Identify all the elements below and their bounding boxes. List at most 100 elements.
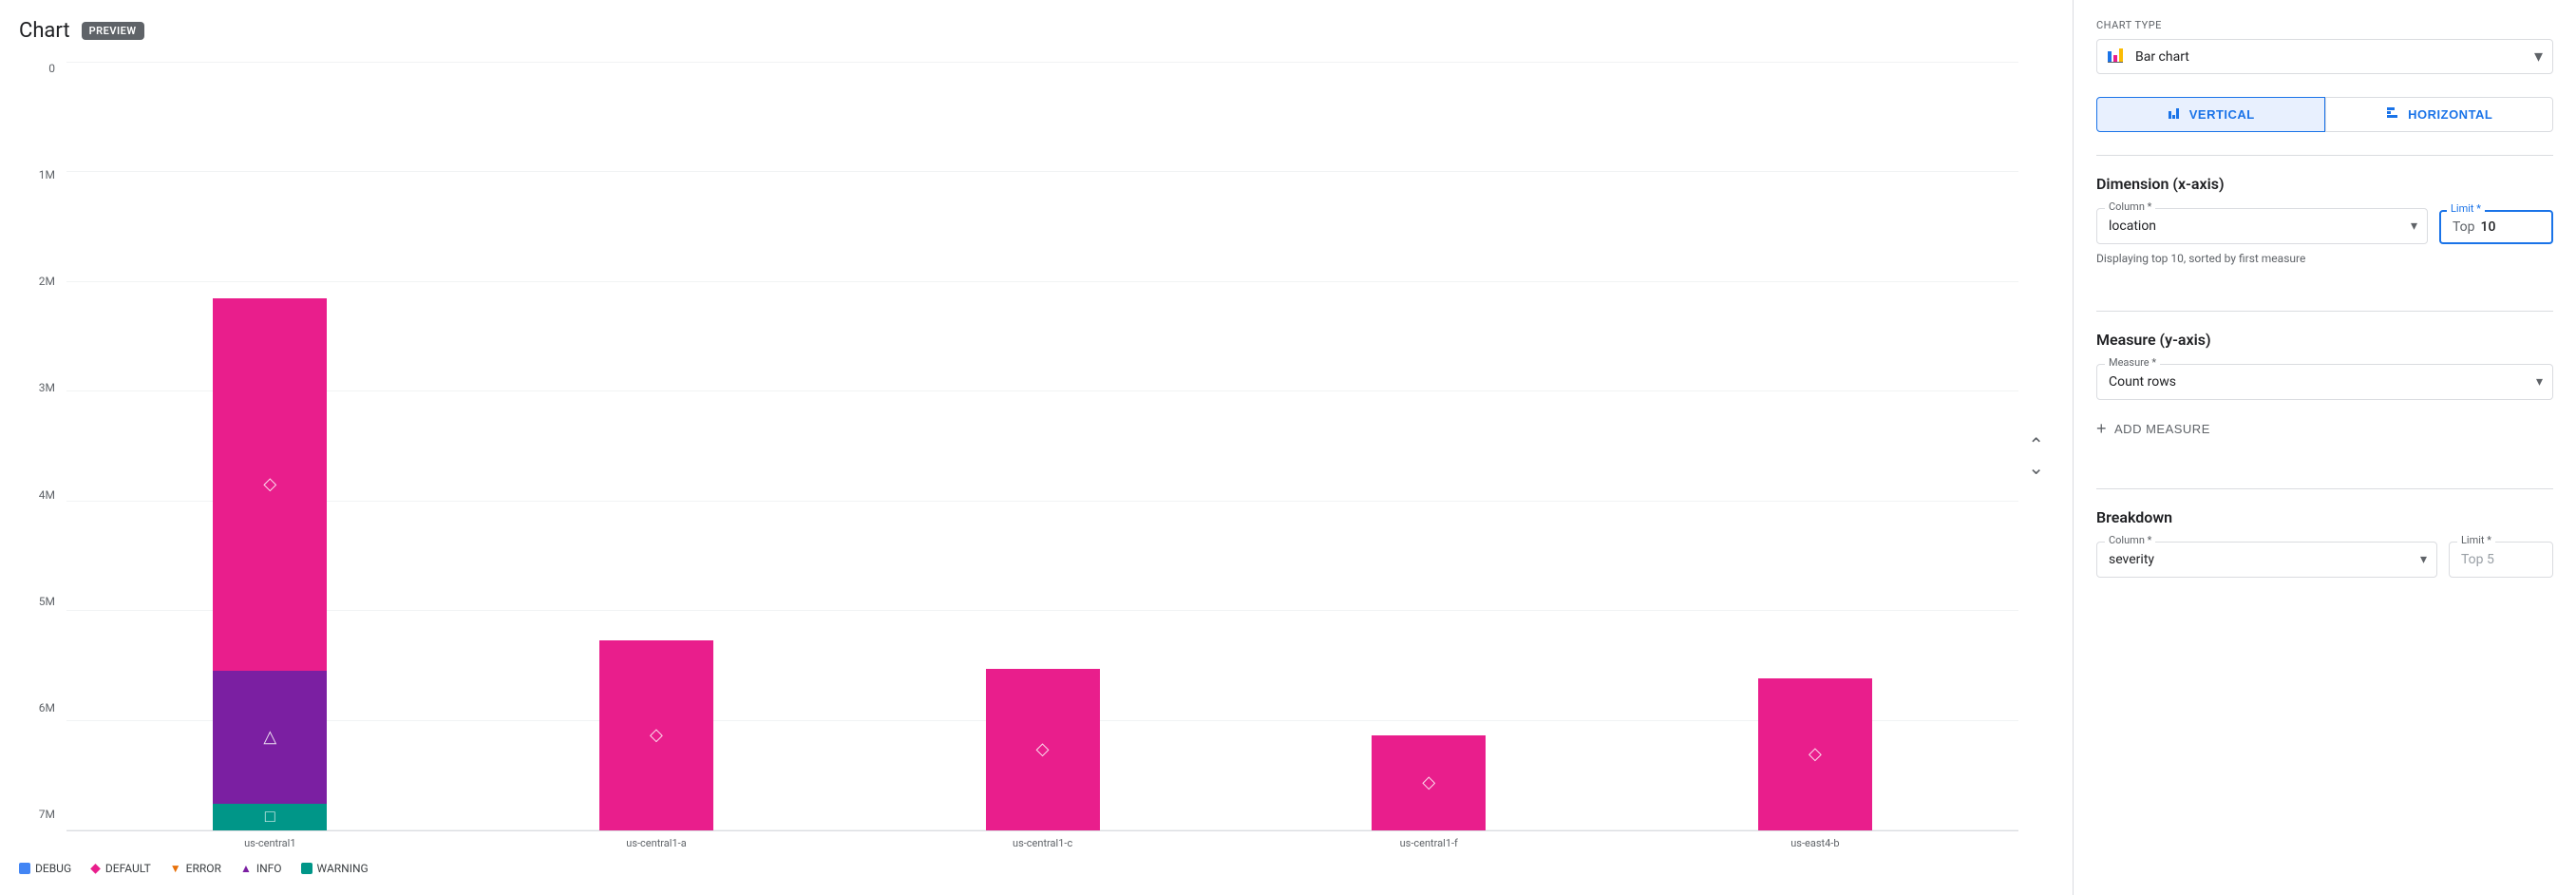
legend-debug: DEBUG — [19, 862, 71, 875]
legend-icon-info: ▲ — [240, 862, 252, 875]
column-field-group: Column * location ▾ — [2096, 208, 2428, 244]
legend-info: ▲ INFO — [240, 862, 282, 875]
chart-type-section: Chart type Bar chart ▾ — [2096, 19, 2553, 74]
default-icon: ◇ — [650, 727, 663, 744]
dimension-hint: Displaying top 10, sorted by first measu… — [2096, 252, 2553, 265]
add-measure-label: ADD MEASURE — [2114, 422, 2210, 436]
chart-header: Chart PREVIEW — [19, 19, 2044, 43]
measure-section: Measure (y-axis) Measure * Count rows ▾ … — [2096, 331, 2553, 466]
warning-icon: □ — [265, 809, 275, 826]
scroll-up-arrow[interactable]: ⌃ — [2028, 433, 2044, 456]
bar-segment-warning: □ — [213, 804, 327, 830]
orientation-row: VERTICAL HORIZONTAL — [2096, 97, 2553, 132]
y-label-4m: 4M — [39, 488, 55, 502]
chart-type-label: Chart type — [2096, 19, 2553, 31]
breakdown-col-value: severity — [2109, 552, 2154, 567]
chart-inner: □ △ ◇ — [66, 62, 2018, 849]
default-icon: ◇ — [1422, 774, 1435, 791]
default-icon: ◇ — [1809, 746, 1822, 763]
preview-badge: PREVIEW — [82, 22, 144, 40]
breakdown-row: Column * severity ▾ Limit * Top 5 — [2096, 542, 2553, 578]
column-value: location — [2109, 219, 2156, 234]
limit-float-label: Limit * — [2447, 202, 2485, 215]
vertical-label: VERTICAL — [2189, 107, 2255, 122]
column-float-label: Column * — [2105, 200, 2155, 213]
bar-stack: ◇ — [1758, 678, 1872, 830]
panel-divider-2 — [2096, 311, 2553, 312]
y-label-0: 0 — [48, 62, 55, 75]
bar-segment-default: ◇ — [599, 640, 713, 830]
legend-default: ◆ DEFAULT — [90, 861, 151, 876]
chart-type-arrow: ▾ — [2534, 47, 2543, 67]
x-label-us-east4-b: us-east4-b — [1631, 831, 2000, 849]
bar-segment-default: ◇ — [1758, 678, 1872, 830]
limit-field-group: Limit * Top 10 — [2439, 210, 2553, 244]
chart-plot: 7M 6M 5M 4M 3M 2M 1M 0 — [19, 62, 2044, 849]
bar-stack: □ △ ◇ — [213, 298, 327, 830]
breakdown-heading: Breakdown — [2096, 508, 2553, 526]
legend-icon-default: ◆ — [90, 861, 101, 876]
panel-divider-3 — [2096, 488, 2553, 489]
legend-color-warning — [301, 863, 313, 874]
limit-top-text: Top — [2453, 219, 2475, 235]
scroll-down-arrow[interactable]: ⌄ — [2028, 456, 2044, 479]
measure-arrow: ▾ — [2536, 374, 2543, 390]
legend-label-error: ERROR — [186, 862, 221, 875]
chart-legend: DEBUG ◆ DEFAULT ▼ ERROR ▲ INFO WARNING — [19, 853, 2044, 876]
breakdown-arrow: ▾ — [2420, 552, 2427, 567]
measure-value: Count rows — [2109, 374, 2176, 390]
legend-error: ▼ ERROR — [170, 862, 221, 875]
chart-type-value: Bar chart — [2135, 49, 2525, 65]
panel-divider — [2096, 155, 2553, 156]
breakdown-limit-value: Top 5 — [2461, 552, 2494, 567]
bars-area: □ △ ◇ — [66, 62, 2018, 831]
y-label-2m: 2M — [39, 275, 55, 288]
limit-input[interactable]: Limit * Top 10 — [2439, 210, 2553, 244]
dimension-section: Dimension (x-axis) Column * location ▾ L… — [2096, 175, 2553, 288]
breakdown-limit-wrapper[interactable]: Limit * Top 5 — [2449, 542, 2553, 578]
column-dropdown-arrow: ▾ — [2411, 219, 2417, 234]
vertical-button[interactable]: VERTICAL — [2096, 97, 2325, 132]
y-axis: 7M 6M 5M 4M 3M 2M 1M 0 — [19, 62, 66, 849]
x-label-us-central1-f: us-central1-f — [1244, 831, 1614, 849]
breakdown-limit-label: Limit * — [2457, 534, 2495, 546]
vertical-icon — [2167, 105, 2182, 124]
bar-column-us-central1-a: ◇ — [472, 640, 842, 830]
bars-group: □ △ ◇ — [66, 62, 2018, 830]
x-label-us-central1-c: us-central1-c — [858, 831, 1227, 849]
bar-column-us-east4-b: ◇ — [1631, 678, 2000, 830]
bar-segment-default: ◇ — [1372, 735, 1486, 830]
y-label-6m: 6M — [39, 701, 55, 714]
horizontal-label: HORIZONTAL — [2408, 107, 2492, 122]
breakdown-section: Breakdown Column * severity ▾ Limit * To… — [2096, 508, 2553, 578]
bar-chart-icon — [2107, 46, 2126, 67]
column-select-wrapper[interactable]: Column * location ▾ — [2096, 208, 2428, 244]
chart-type-dropdown[interactable]: Bar chart ▾ — [2096, 39, 2553, 74]
right-panel: Chart type Bar chart ▾ — [2073, 0, 2576, 895]
bar-segment-default: ◇ — [213, 298, 327, 671]
measure-heading: Measure (y-axis) — [2096, 331, 2553, 349]
measure-select-wrapper[interactable]: Measure * Count rows ▾ — [2096, 364, 2553, 400]
horizontal-icon — [2385, 105, 2400, 124]
info-icon: △ — [263, 729, 276, 746]
breakdown-col-label: Column * — [2105, 534, 2155, 546]
bar-segment-info: △ — [213, 671, 327, 804]
horizontal-button[interactable]: HORIZONTAL — [2325, 97, 2554, 132]
dimension-heading: Dimension (x-axis) — [2096, 175, 2553, 193]
bar-stack: ◇ — [986, 669, 1100, 830]
legend-label-info: INFO — [256, 862, 282, 875]
bar-column-us-central1: □ △ ◇ — [85, 298, 455, 830]
bar-column-us-central1-f: ◇ — [1244, 735, 1614, 830]
chart-container: 7M 6M 5M 4M 3M 2M 1M 0 — [19, 62, 2044, 876]
default-icon: ◇ — [1036, 741, 1050, 758]
bar-segment-default: ◇ — [986, 669, 1100, 830]
add-measure-button[interactable]: + ADD MEASURE — [2096, 415, 2210, 443]
legend-label-default: DEFAULT — [105, 862, 151, 875]
chart-title: Chart — [19, 19, 70, 43]
y-label-7m: 7M — [39, 808, 55, 821]
add-icon: + — [2096, 419, 2107, 439]
legend-icon-error: ▼ — [170, 862, 181, 875]
x-label-us-central1: us-central1 — [85, 831, 455, 849]
breakdown-column-wrapper[interactable]: Column * severity ▾ — [2096, 542, 2437, 578]
chart-area: Chart PREVIEW 7M 6M 5M 4M 3M 2M 1M 0 — [0, 0, 2073, 895]
